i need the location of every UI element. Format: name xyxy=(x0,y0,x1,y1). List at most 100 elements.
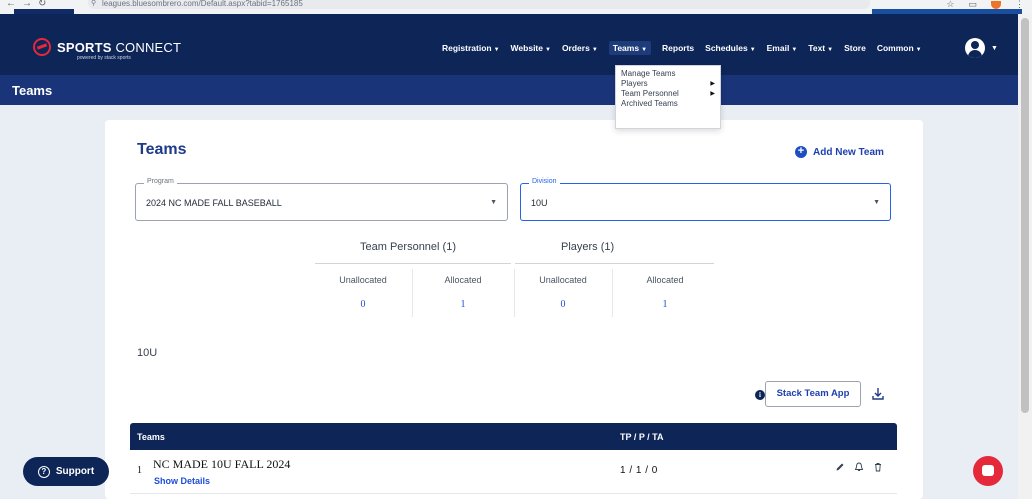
add-new-team-button[interactable]: + Add New Team xyxy=(795,146,884,158)
chevron-right-icon: ▶ xyxy=(710,81,715,87)
chevron-down-icon: ▼ xyxy=(915,47,922,53)
dropdown-item-archived-teams[interactable]: Archived Teams xyxy=(621,99,715,109)
table-row: 1 NC MADE 10U FALL 2024 Show Details 1 /… xyxy=(130,450,897,494)
chat-bubble-icon[interactable] xyxy=(973,456,1003,486)
page-header-bar: Teams xyxy=(0,75,1018,105)
menu-label: Teams xyxy=(612,43,640,53)
stat-players-unallocated: Unallocated 0 xyxy=(529,275,597,310)
star-icon[interactable]: ☆ xyxy=(946,0,954,10)
main-menu: Registration ▼ Website ▼ Orders ▼ Teams ▼ Re… xyxy=(442,41,922,55)
stat-value[interactable]: 0 xyxy=(329,299,397,310)
download-icon[interactable] xyxy=(871,387,885,401)
teams-dropdown-menu: Manage Teams Players ▶ Team Personnel ▶ Ar… xyxy=(615,65,721,129)
program-value: 2024 NC MADE FALL BASEBALL xyxy=(146,198,282,208)
edit-pencil-icon[interactable] xyxy=(835,462,845,472)
division-select[interactable]: Division 10U ▼ xyxy=(520,178,891,221)
powered-by: powered by stack sports xyxy=(77,55,131,61)
dropdown-label: Manage Teams xyxy=(621,69,676,78)
show-details-link[interactable]: Show Details xyxy=(154,476,210,486)
row-actions xyxy=(835,462,883,472)
info-icon[interactable]: i xyxy=(755,390,765,400)
extension-icon[interactable]: ▭ xyxy=(968,0,977,10)
menu-text[interactable]: Text ▼ xyxy=(808,43,833,53)
add-new-team-label: Add New Team xyxy=(813,146,884,158)
team-name: NC MADE 10U FALL 2024 xyxy=(153,457,291,471)
dropdown-item-team-personnel[interactable]: Team Personnel ▶ xyxy=(621,89,715,99)
divider xyxy=(412,269,413,317)
chevron-right-icon: ▶ xyxy=(710,91,715,97)
menu-teams[interactable]: Teams ▼ xyxy=(608,41,652,55)
menu-registration[interactable]: Registration ▼ xyxy=(442,43,500,53)
division-heading: 10U xyxy=(137,347,158,359)
stat-label: Unallocated xyxy=(339,275,387,285)
stat-tp-unallocated: Unallocated 0 xyxy=(329,275,397,310)
menu-common[interactable]: Common ▼ xyxy=(877,43,922,53)
dropdown-item-players[interactable]: Players ▶ xyxy=(621,79,715,89)
lock-icon: ⚲ xyxy=(91,0,97,7)
team-personnel-heading: Team Personnel (1) xyxy=(360,241,456,253)
menu-schedules[interactable]: Schedules ▼ xyxy=(705,43,755,53)
players-heading: Players (1) xyxy=(561,241,615,253)
program-label: Program xyxy=(144,178,177,185)
chevron-down-icon: ▼ xyxy=(641,47,648,53)
browser-chrome: ←→↻ ⚲ leagues.bluesombrero.com/Default.a… xyxy=(0,0,1032,14)
brand-bold: SPORTS xyxy=(57,39,112,55)
stat-value[interactable]: 0 xyxy=(529,299,597,310)
menu-label: Email xyxy=(766,43,790,53)
chevron-down-icon: ▼ xyxy=(544,47,551,53)
menu-label: Schedules xyxy=(705,43,748,53)
chevron-down-icon: ▼ xyxy=(591,47,598,53)
dropdown-item-manage-teams[interactable]: Manage Teams xyxy=(621,69,715,79)
page-title: Teams xyxy=(12,83,53,98)
bell-icon[interactable] xyxy=(854,462,864,472)
menu-email[interactable]: Email ▼ xyxy=(767,43,798,53)
chevron-down-icon: ▼ xyxy=(749,47,756,53)
teams-table-header: Teams TP / P / TA xyxy=(130,423,897,450)
browser-toolbar-icons: ☆ ▭ ⋮ xyxy=(946,0,1024,10)
program-select[interactable]: Program 2024 NC MADE FALL BASEBALL ▼ xyxy=(135,178,508,221)
menu-label: Orders xyxy=(561,43,590,53)
sports-connect-logo[interactable]: SPORTS CONNECT powered by stack sports xyxy=(33,38,181,61)
address-bar-url: leagues.bluesombrero.com/Default.aspx?ta… xyxy=(102,0,303,8)
page-scrollbar[interactable] xyxy=(1018,14,1032,499)
user-avatar-icon xyxy=(965,38,985,58)
divider xyxy=(315,263,511,264)
stat-value[interactable]: 1 xyxy=(631,299,699,310)
dropdown-label: Team Personnel xyxy=(621,89,679,98)
support-label: Support xyxy=(55,466,95,477)
stat-players-allocated: Allocated 1 xyxy=(631,275,699,310)
plus-circle-icon: + xyxy=(795,146,807,158)
stat-label: Allocated xyxy=(646,275,684,285)
support-button[interactable]: ? Support xyxy=(23,457,109,486)
trash-icon[interactable] xyxy=(873,462,883,472)
divider xyxy=(514,269,515,317)
chevron-down-icon: ▼ xyxy=(991,44,998,52)
browser-menu-icon[interactable]: ⋮ xyxy=(1015,0,1024,10)
brand-mark-icon xyxy=(33,38,51,56)
stat-value[interactable]: 1 xyxy=(429,299,497,310)
brand-light: CONNECT xyxy=(111,39,182,55)
profile-icon[interactable] xyxy=(991,0,1001,9)
stack-team-app-button[interactable]: Stack Team App xyxy=(765,381,861,407)
allocation-summary: Team Personnel (1) Players (1) Unallocat… xyxy=(315,241,715,321)
menu-label: Text xyxy=(808,43,826,53)
division-label: Division xyxy=(529,178,560,185)
tp-p-ta-value: 1 / 1 / 0 xyxy=(620,465,658,476)
menu-store[interactable]: Store xyxy=(844,43,866,53)
teams-card: Teams + Add New Team Program 2024 NC MAD… xyxy=(105,120,923,499)
address-bar[interactable]: ⚲ leagues.bluesombrero.com/Default.aspx?… xyxy=(88,0,870,9)
menu-reports[interactable]: Reports xyxy=(662,43,694,53)
chevron-down-icon: ▼ xyxy=(791,47,798,53)
scrollbar-thumb[interactable] xyxy=(1021,18,1029,413)
help-circle-icon: ? xyxy=(37,465,50,478)
chevron-down-icon: ▼ xyxy=(493,47,500,53)
menu-label: Common xyxy=(876,43,914,53)
menu-website[interactable]: Website ▼ xyxy=(511,43,551,53)
account-menu[interactable]: ▼ xyxy=(965,38,998,58)
dropdown-label: Archived Teams xyxy=(621,99,678,108)
browser-nav-arrows[interactable]: ←→↻ xyxy=(6,0,52,9)
column-header-teams: Teams xyxy=(137,432,165,442)
brand-name: SPORTS CONNECT xyxy=(57,40,181,55)
menu-orders[interactable]: Orders ▼ xyxy=(562,43,598,53)
menu-label: Store xyxy=(844,43,866,53)
